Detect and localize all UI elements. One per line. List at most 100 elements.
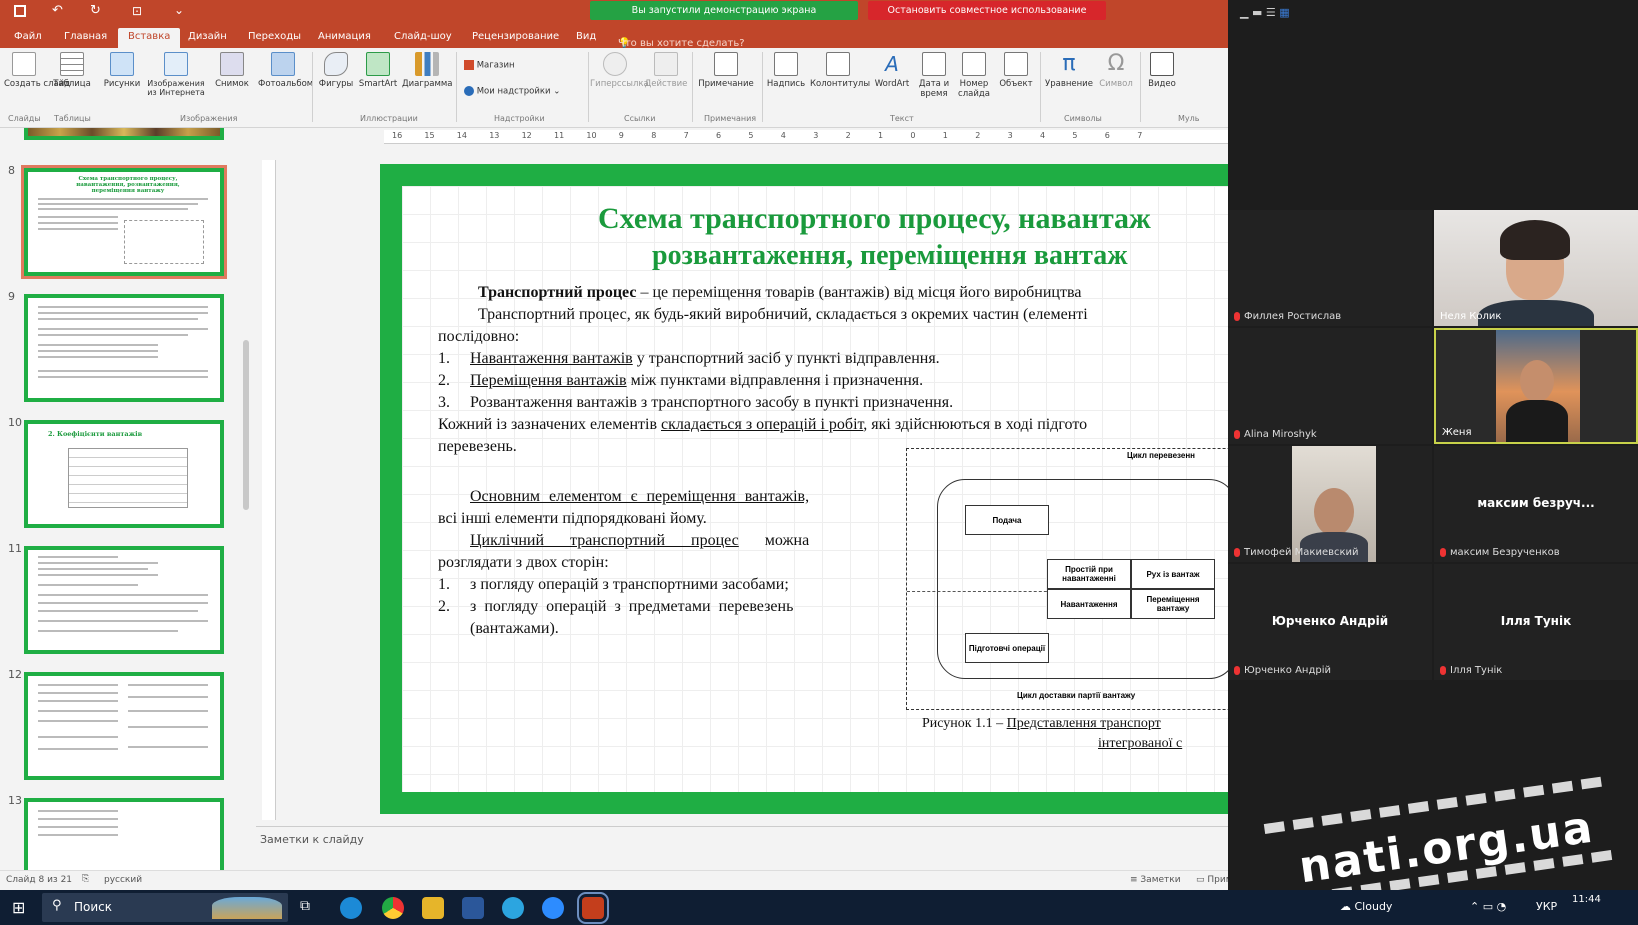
participant-tile[interactable]: Филлея Ростислав [1228, 210, 1432, 326]
ribbon-separator [692, 52, 693, 122]
thumbnail-text-line [38, 810, 118, 812]
screenshot-button[interactable]: Снимок [212, 52, 252, 89]
participant-tile[interactable]: Тимофей Макиевский [1228, 446, 1432, 562]
weather-widget[interactable]: ☁ Cloudy [1340, 900, 1392, 913]
online-pictures-button[interactable]: Изображения из Интернета [146, 52, 206, 97]
slide-thumbnail-12[interactable] [24, 672, 224, 780]
slide-number-button[interactable]: Номер слайда [954, 52, 994, 99]
pictures-button[interactable]: Рисунки [102, 52, 142, 89]
wordart-button[interactable]: A WordArt [872, 52, 912, 89]
store-button[interactable]: Магазин [464, 60, 515, 71]
participant-tile[interactable]: Юрченко Андрій Юрченко Андрій [1228, 564, 1432, 680]
tab-animation[interactable]: Анимация [318, 31, 371, 42]
tab-insert[interactable]: Вставка [118, 28, 181, 48]
notes-pane[interactable]: Заметки к слайду [256, 826, 1228, 870]
input-language[interactable]: УКР [1536, 900, 1557, 913]
equation-button[interactable]: π Уравнение [1044, 52, 1094, 90]
video-label: Видео [1148, 79, 1176, 89]
scrollbar-thumb[interactable] [243, 340, 249, 510]
mic-muted-icon [1234, 547, 1240, 557]
quick-access-dropdown-icon[interactable]: ⌄ [174, 3, 184, 17]
ribbon-separator [588, 52, 589, 122]
save-icon[interactable] [14, 5, 26, 17]
undo-icon[interactable]: ↶ [52, 3, 63, 18]
thumbnails-scrollbar[interactable] [241, 160, 251, 870]
textbox-button[interactable]: Надпись [766, 52, 806, 89]
slide-number: 12 [8, 668, 22, 681]
list-number: 1. [438, 350, 450, 367]
taskbar-search[interactable]: ⚲ Поиск [42, 893, 288, 922]
tab-file[interactable]: Файл [14, 31, 42, 42]
slide-thumbnail-9[interactable] [24, 294, 224, 402]
participant-name: Alina Miroshуk [1234, 429, 1317, 440]
stop-share-button[interactable]: Остановить совместное использование [868, 1, 1106, 20]
system-tray-icons[interactable]: ⌃ ▭ ◔ [1470, 900, 1506, 913]
object-button[interactable]: Объект [996, 52, 1036, 89]
clock[interactable]: 11:44 [1572, 894, 1601, 905]
tab-view[interactable]: Вид [576, 31, 596, 42]
tab-review[interactable]: Рецензирование [472, 31, 559, 42]
chrome-icon[interactable] [382, 897, 404, 919]
date-time-button[interactable]: Дата и время [916, 52, 952, 99]
tab-home[interactable]: Главная [64, 31, 107, 42]
ruler-tick-label: 5 [748, 131, 754, 140]
search-icon: ⚲ [52, 898, 62, 913]
powerpoint-icon[interactable] [577, 892, 609, 924]
pictures-label: Рисунки [103, 79, 141, 89]
language-indicator[interactable]: русский [104, 875, 142, 885]
table-button[interactable]: Таблица [52, 52, 92, 89]
participant-tile-active-speaker[interactable]: Женя [1434, 328, 1638, 444]
ribbon-tabs: Файл Главная Вставка Дизайн Переходы Ани… [0, 24, 1228, 49]
ruler-tick-label: 1 [942, 131, 948, 140]
participant-tile[interactable]: Alina Miroshуk [1228, 328, 1432, 444]
slide-thumbnail-8[interactable]: Схема транспортного процесу, навантаженн… [21, 165, 227, 279]
windows-start-icon[interactable]: ⊞ [12, 898, 25, 917]
spellcheck-icon[interactable]: ⎘ [82, 874, 89, 884]
photo-album-button[interactable]: Фотоальбом [258, 52, 313, 89]
slide-thumbnail-13[interactable] [24, 798, 224, 870]
file-explorer-icon[interactable] [422, 897, 444, 919]
video-button[interactable]: Видео [1144, 52, 1180, 89]
thumbnail-text-line [38, 198, 208, 200]
comment-button[interactable]: Примечание [696, 52, 756, 89]
tab-transitions[interactable]: Переходы [248, 31, 301, 42]
slide-thumbnails-pane: 8 Схема транспортного процесу, навантаже… [0, 128, 256, 870]
smartart-button[interactable]: SmartArt [358, 52, 398, 89]
slide-canvas[interactable]: Схема транспортного процесу, навантаж ро… [380, 164, 1228, 814]
action-button[interactable]: Действие [644, 52, 688, 89]
mic-muted-icon [1440, 665, 1446, 675]
comments-toggle[interactable]: ▭ Примечания [1196, 875, 1228, 885]
windows-taskbar: ⊞ ⚲ Поиск ⧉ ☁ Cloudy ⌃ ▭ ◔ УКР 11:44 [0, 890, 1638, 925]
ruler-tick-label: 0 [910, 131, 916, 140]
ruler-tick-label: 3 [813, 131, 819, 140]
redo-icon[interactable]: ↻ [90, 3, 101, 18]
header-footer-button[interactable]: Колонтитулы [810, 52, 870, 89]
slide-thumbnail-10[interactable]: 2. Коефіцієнти вантажів [24, 420, 224, 528]
new-slide-button[interactable]: Создать слайд [4, 52, 70, 89]
notes-toggle[interactable]: ≡ Заметки [1130, 875, 1181, 885]
slide-thumbnail-11[interactable] [24, 546, 224, 654]
participant-video-face [1520, 360, 1554, 402]
participant-tile[interactable]: Ілля Тунік Ілля Тунік [1434, 564, 1638, 680]
list-item-3: Розвантаження вантажів з транспортного з… [470, 394, 954, 411]
word-icon[interactable] [462, 897, 484, 919]
participant-tile[interactable]: Неля Колик [1434, 210, 1638, 326]
thumbnail-text-line [38, 574, 158, 576]
chart-button[interactable]: Диаграмма [402, 52, 452, 89]
shapes-button[interactable]: Фигуры [316, 52, 356, 89]
symbol-button[interactable]: Ω Символ [1096, 52, 1136, 90]
start-slideshow-icon[interactable]: ⊡ [132, 4, 142, 18]
edge-icon[interactable] [340, 897, 362, 919]
hyperlink-button[interactable]: Гиперссылка [590, 52, 649, 89]
zoom-icon[interactable] [542, 897, 564, 919]
telegram-icon[interactable] [502, 897, 524, 919]
participant-tile[interactable]: максим безруч... максим Безрученков [1434, 446, 1638, 562]
tab-slideshow[interactable]: Слайд-шоу [394, 31, 452, 42]
task-view-icon[interactable]: ⧉ [300, 898, 310, 914]
vertical-ruler [262, 160, 276, 820]
zoom-view-controls[interactable]: ▁ ▬ ☰ ▦ [1240, 6, 1290, 19]
participant-name-label: Alina Miroshуk [1244, 429, 1317, 440]
my-addins-button[interactable]: Мои надстройки ⌄ [464, 86, 560, 97]
tab-design[interactable]: Дизайн [188, 31, 227, 42]
slide-thumbnail-7[interactable] [24, 128, 224, 140]
